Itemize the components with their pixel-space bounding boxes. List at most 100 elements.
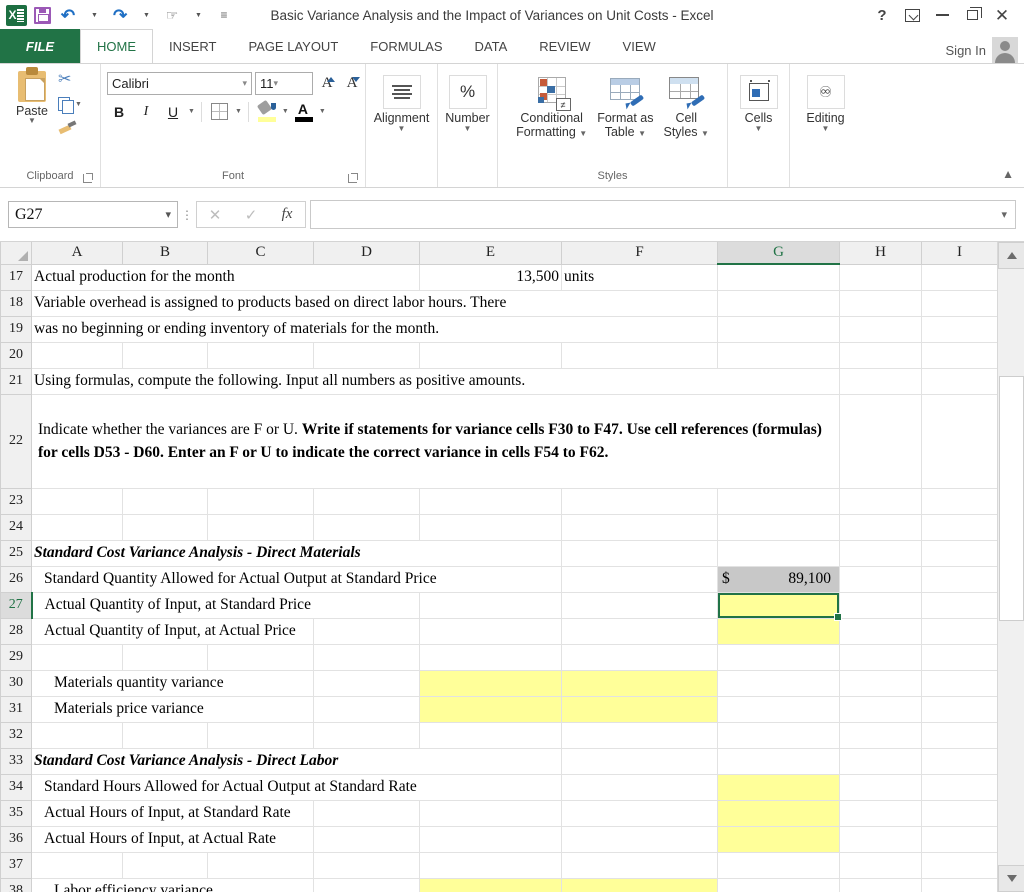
cell-B20[interactable] <box>123 342 208 368</box>
cell-I25[interactable] <box>922 540 998 566</box>
tab-page-layout[interactable]: PAGE LAYOUT <box>232 29 354 63</box>
row-header-21[interactable]: 21 <box>1 368 32 394</box>
cell-H38[interactable] <box>840 878 922 892</box>
column-header-f[interactable]: F <box>562 242 718 264</box>
close-icon[interactable]: ✕ <box>988 2 1016 28</box>
cell-A38[interactable]: Labor efficiency variance <box>32 878 314 892</box>
cell-F32[interactable] <box>562 722 718 748</box>
cell-A33[interactable]: Standard Cost Variance Analysis - Direct… <box>32 748 562 774</box>
font-color-button[interactable]: A <box>292 100 316 123</box>
cell-I32[interactable] <box>922 722 998 748</box>
formula-input[interactable]: ▾ <box>310 200 1016 229</box>
cell-G30[interactable] <box>718 670 840 696</box>
cell-C24[interactable] <box>208 514 314 540</box>
format-as-table-dropdown-icon[interactable]: ▼ <box>638 129 646 138</box>
tab-file[interactable]: FILE <box>0 29 80 63</box>
row-header-23[interactable]: 23 <box>1 488 32 514</box>
cell-D38[interactable] <box>314 878 420 892</box>
cell-D30[interactable] <box>314 670 420 696</box>
editing-dropdown-icon[interactable]: ▼ <box>822 125 830 133</box>
cell-F27[interactable] <box>562 592 718 618</box>
underline-dropdown-icon[interactable]: ▼ <box>188 108 195 115</box>
cell-B32[interactable] <box>123 722 208 748</box>
cell-H32[interactable] <box>840 722 922 748</box>
cell-D31[interactable] <box>314 696 420 722</box>
cell-I34[interactable] <box>922 774 998 800</box>
column-header-g[interactable]: G <box>718 242 840 264</box>
cell-G36[interactable] <box>718 826 840 852</box>
cancel-formula-icon[interactable]: ✕ <box>197 202 233 227</box>
row-header-25[interactable]: 25 <box>1 540 32 566</box>
cell-F26[interactable] <box>562 566 718 592</box>
row-header-36[interactable]: 36 <box>1 826 32 852</box>
alignment-button[interactable]: Alignment ▼ <box>372 75 431 133</box>
cell-G35[interactable] <box>718 800 840 826</box>
borders-dropdown-icon[interactable]: ▼ <box>235 108 242 115</box>
fill-color-dropdown-icon[interactable]: ▼ <box>282 108 289 115</box>
row-header-29[interactable]: 29 <box>1 644 32 670</box>
cell-F34[interactable] <box>562 774 718 800</box>
insert-function-icon[interactable]: fx <box>269 202 305 227</box>
cell-B29[interactable] <box>123 644 208 670</box>
row-header-20[interactable]: 20 <box>1 342 32 368</box>
tab-home[interactable]: HOME <box>80 29 153 63</box>
cell-I30[interactable] <box>922 670 998 696</box>
cell-A22[interactable]: Indicate whether the variances are F or … <box>32 394 840 488</box>
cell-E38[interactable] <box>420 878 562 892</box>
cell-I26[interactable] <box>922 566 998 592</box>
cell-D28[interactable] <box>314 618 420 644</box>
name-box[interactable]: G27 ▾ <box>8 201 178 228</box>
cell-E27[interactable] <box>420 592 562 618</box>
cell-A30[interactable]: Materials quantity variance <box>32 670 314 696</box>
cell-H18[interactable] <box>840 290 922 316</box>
worksheet-grid[interactable]: A B C D E F G H I 17Actual production fo… <box>0 242 1024 892</box>
cell-A35[interactable]: Actual Hours of Input, at Standard Rate <box>32 800 314 826</box>
redo-icon[interactable]: ↶ <box>108 3 132 27</box>
cell-A34[interactable]: Standard Hours Allowed for Actual Output… <box>32 774 562 800</box>
row-header-26[interactable]: 26 <box>1 566 32 592</box>
cell-F20[interactable] <box>562 342 718 368</box>
cell-F25[interactable] <box>562 540 718 566</box>
cell-C29[interactable] <box>208 644 314 670</box>
cell-G18[interactable] <box>718 290 840 316</box>
row-header-32[interactable]: 32 <box>1 722 32 748</box>
cell-A25[interactable]: Standard Cost Variance Analysis - Direct… <box>32 540 562 566</box>
cell-F35[interactable] <box>562 800 718 826</box>
row-header-31[interactable]: 31 <box>1 696 32 722</box>
underline-button[interactable]: U <box>161 100 185 123</box>
cell-I27[interactable] <box>922 592 998 618</box>
cell-E20[interactable] <box>420 342 562 368</box>
cell-E37[interactable] <box>420 852 562 878</box>
cell-G38[interactable] <box>718 878 840 892</box>
cell-I19[interactable] <box>922 316 998 342</box>
cell-A20[interactable] <box>32 342 123 368</box>
tab-insert[interactable]: INSERT <box>153 29 232 63</box>
cell-H27[interactable] <box>840 592 922 618</box>
scroll-down-icon[interactable] <box>998 865 1024 892</box>
cell-E35[interactable] <box>420 800 562 826</box>
collapse-ribbon-icon[interactable]: ▲ <box>1002 167 1014 181</box>
cell-I21[interactable] <box>922 368 998 394</box>
cell-A17[interactable]: Actual production for the month <box>32 264 420 290</box>
increase-font-size-button[interactable]: A <box>316 72 338 95</box>
cell-H23[interactable] <box>840 488 922 514</box>
paste-dropdown-icon[interactable]: ▼ <box>28 118 36 124</box>
cell-H24[interactable] <box>840 514 922 540</box>
cell-G19[interactable] <box>718 316 840 342</box>
restore-icon[interactable] <box>958 2 986 28</box>
cell-E29[interactable] <box>420 644 562 670</box>
cell-B37[interactable] <box>123 852 208 878</box>
cell-A24[interactable] <box>32 514 123 540</box>
column-header-b[interactable]: B <box>123 242 208 264</box>
cell-H21[interactable] <box>840 368 922 394</box>
help-icon[interactable]: ? <box>868 2 896 28</box>
italic-button[interactable]: I <box>134 100 158 123</box>
tab-formulas[interactable]: FORMULAS <box>354 29 458 63</box>
vertical-scrollbar[interactable] <box>997 242 1024 892</box>
cell-I24[interactable] <box>922 514 998 540</box>
cell-G25[interactable] <box>718 540 840 566</box>
minimize-icon[interactable] <box>928 2 956 28</box>
touch-mode-dropdown-icon[interactable]: ▼ <box>186 3 210 27</box>
cell-H33[interactable] <box>840 748 922 774</box>
cell-E24[interactable] <box>420 514 562 540</box>
